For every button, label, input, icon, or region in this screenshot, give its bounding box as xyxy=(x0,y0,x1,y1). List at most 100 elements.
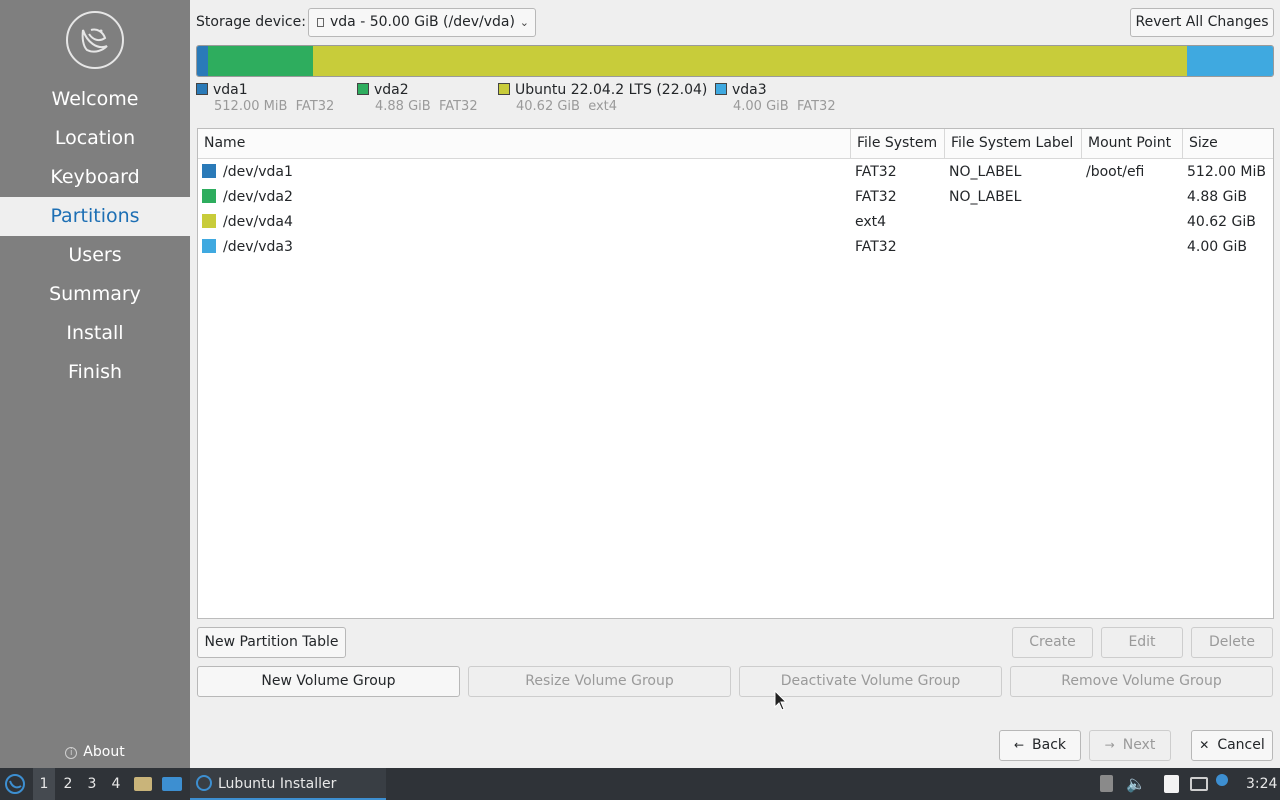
column-header-name[interactable]: Name xyxy=(198,129,851,158)
file-manager-icon[interactable] xyxy=(134,768,154,800)
new-volume-group-button[interactable]: New Volume Group xyxy=(197,666,460,697)
sidebar-item-install[interactable]: Install xyxy=(0,314,190,353)
partition-name: /dev/vda1 xyxy=(223,164,293,180)
taskbar-task-installer[interactable]: Lubuntu Installer xyxy=(190,768,386,800)
create-button[interactable]: Create xyxy=(1012,627,1093,658)
legend-fs: FAT32 xyxy=(796,99,836,114)
legend-item: vda1 512.00 MiB FAT32 xyxy=(196,82,334,114)
legend-name: vda2 xyxy=(374,82,409,98)
column-header-file-system-label[interactable]: File System Label xyxy=(945,129,1082,158)
taskbar: 1234 Lubuntu Installer 🔈 3:24 xyxy=(0,768,1280,800)
legend-size: 512.00 MiB xyxy=(214,99,288,114)
sidebar: Welcome Location Keyboard Partitions Users Su… xyxy=(0,0,190,768)
notes-icon[interactable] xyxy=(1164,768,1182,800)
partition-bar-segment xyxy=(312,46,1187,76)
sidebar-item-welcome[interactable]: Welcome xyxy=(0,80,190,119)
back-button[interactable]: ← Back xyxy=(999,730,1081,761)
info-icon: i xyxy=(65,747,78,759)
table-row[interactable]: /dev/vda2 FAT32 NO_LABEL 4.88 GiB xyxy=(198,185,1273,210)
sidebar-item-keyboard[interactable]: Keyboard xyxy=(0,158,190,197)
next-label: Next xyxy=(1122,737,1156,753)
cell-label xyxy=(945,235,1082,260)
remove-volume-group-button[interactable]: Remove Volume Group xyxy=(1010,666,1273,697)
partition-name: /dev/vda3 xyxy=(223,239,293,255)
desktop-1-button[interactable]: 1 xyxy=(33,768,55,800)
column-header-mount-point[interactable]: Mount Point xyxy=(1082,129,1183,158)
desktop-2-button[interactable]: 2 xyxy=(57,768,79,800)
sidebar-item-summary[interactable]: Summary xyxy=(0,275,190,314)
storage-device-label: Storage device: xyxy=(196,14,306,30)
sidebar-item-users[interactable]: Users xyxy=(0,236,190,275)
partition-bar-segment xyxy=(1186,46,1273,76)
cell-fs: ext4 xyxy=(855,214,887,230)
revert-all-changes-button[interactable]: Revert All Changes xyxy=(1130,8,1274,37)
cell-name: /dev/vda1 xyxy=(198,160,851,185)
partition-color-swatch xyxy=(202,214,216,228)
back-label: Back xyxy=(1032,737,1067,753)
legend-name: vda3 xyxy=(732,82,767,98)
desktop-3-button[interactable]: 3 xyxy=(81,768,103,800)
new-partition-table-button[interactable]: New Partition Table xyxy=(197,627,346,658)
legend-swatch xyxy=(196,83,208,95)
clock[interactable]: 3:24 xyxy=(1246,768,1277,800)
legend-size: 40.62 GiB xyxy=(516,99,580,114)
cell-fs: FAT32 xyxy=(855,239,897,255)
edit-button[interactable]: Edit xyxy=(1101,627,1183,658)
cell-name: /dev/vda2 xyxy=(198,185,851,210)
cell-label: NO_LABEL xyxy=(949,189,1022,205)
legend-item: vda2 4.88 GiB FAT32 xyxy=(357,82,478,114)
drive-icon xyxy=(317,18,324,27)
legend-item: Ubuntu 22.04.2 LTS (22.04) 40.62 GiB ext4 xyxy=(498,82,707,114)
cell-mount xyxy=(1082,210,1183,235)
about-link[interactable]: i About xyxy=(0,744,190,760)
arrow-right-icon: → xyxy=(1104,738,1115,752)
show-desktop-icon[interactable] xyxy=(162,768,184,800)
cell-mount xyxy=(1082,185,1183,210)
cell-name: /dev/vda4 xyxy=(198,210,851,235)
storage-device-select[interactable]: vda - 50.00 GiB (/dev/vda) ⌄ xyxy=(308,8,536,37)
legend-size: 4.00 GiB xyxy=(733,99,789,114)
partition-name: /dev/vda2 xyxy=(223,189,293,205)
partition-color-swatch xyxy=(202,164,216,178)
lubuntu-menu-icon xyxy=(5,774,25,794)
partition-table[interactable]: Name File System File System Label Mount Po… xyxy=(197,128,1274,619)
update-notifier-icon[interactable] xyxy=(1216,768,1236,800)
cell-fs: FAT32 xyxy=(855,164,897,180)
task-label: Lubuntu Installer xyxy=(218,776,337,792)
legend-item: vda3 4.00 GiB FAT32 xyxy=(715,82,836,114)
table-row[interactable]: /dev/vda1 FAT32 NO_LABEL/boot/efi 512.00 Mi… xyxy=(198,160,1273,185)
start-menu-button[interactable] xyxy=(4,768,28,800)
sidebar-item-location[interactable]: Location xyxy=(0,119,190,158)
legend-swatch xyxy=(357,83,369,95)
next-button[interactable]: → Next xyxy=(1089,730,1171,761)
legend-name: Ubuntu 22.04.2 LTS (22.04) xyxy=(515,82,708,98)
cell-mount: /boot/efi xyxy=(1086,164,1145,180)
clipboard-icon[interactable] xyxy=(1100,768,1116,800)
legend-swatch xyxy=(498,83,510,95)
delete-button[interactable]: Delete xyxy=(1191,627,1273,658)
column-header-file-system[interactable]: File System xyxy=(851,129,945,158)
storage-device-value: vda - 50.00 GiB (/dev/vda) xyxy=(330,14,515,30)
partitions-page: Storage device: vda - 50.00 GiB (/dev/vd… xyxy=(190,0,1280,768)
cell-fs: FAT32 xyxy=(855,189,897,205)
legend-fs: ext4 xyxy=(588,99,618,114)
desktop-4-button[interactable]: 4 xyxy=(105,768,127,800)
volume-icon[interactable]: 🔈 xyxy=(1126,768,1146,800)
legend-size: 4.88 GiB xyxy=(375,99,431,114)
partition-bar-segment xyxy=(207,46,313,76)
network-icon[interactable] xyxy=(1190,768,1210,800)
sidebar-item-partitions[interactable]: Partitions xyxy=(0,197,190,236)
table-header: Name File System File System Label Mount Po… xyxy=(198,129,1273,159)
table-row[interactable]: /dev/vda4 ext4 40.62 GiB xyxy=(198,210,1273,235)
partition-usage-bar xyxy=(196,45,1274,77)
column-header-size[interactable]: Size xyxy=(1183,129,1274,158)
sidebar-item-finish[interactable]: Finish xyxy=(0,353,190,392)
cell-label: NO_LABEL xyxy=(949,164,1022,180)
cell-size: 40.62 GiB xyxy=(1187,214,1256,230)
cell-size: 512.00 MiB xyxy=(1187,164,1267,180)
lubuntu-bird-icon xyxy=(66,11,124,69)
cancel-button[interactable]: ✕ Cancel xyxy=(1191,730,1273,761)
table-row[interactable]: /dev/vda3 FAT32 4.00 GiB xyxy=(198,235,1273,260)
installer-app-icon xyxy=(196,775,212,791)
resize-volume-group-button[interactable]: Resize Volume Group xyxy=(468,666,731,697)
